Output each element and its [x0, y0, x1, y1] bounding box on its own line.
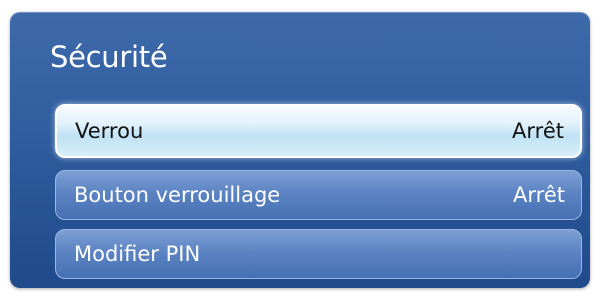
menu-item-lock[interactable]: Verrou Arrêt: [55, 104, 582, 158]
menu-item-lock-value: Arrêt: [512, 119, 564, 143]
menu-item-button-lock-value: Arrêt: [513, 183, 565, 207]
menu-item-change-pin-label: Modifier PIN: [74, 242, 201, 266]
menu-item-button-lock-label: Bouton verrouillage: [74, 183, 281, 207]
menu-item-change-pin[interactable]: Modifier PIN: [55, 229, 582, 279]
menu-title: Sécurité: [50, 40, 168, 74]
menu-item-lock-label: Verrou: [75, 119, 144, 143]
security-menu-panel: Sécurité Verrou Arrêt Bouton verrouillag…: [10, 12, 590, 288]
menu-item-button-lock[interactable]: Bouton verrouillage Arrêt: [55, 170, 582, 220]
